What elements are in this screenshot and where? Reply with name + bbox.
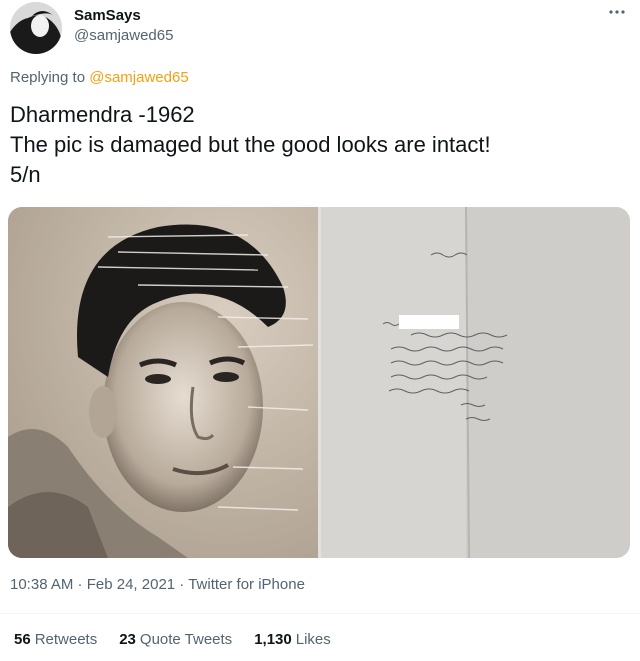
tweet-timestamp: 10:38 AM · Feb 24, 2021 · Twitter for iP… [10,576,305,593]
tweet-text-line: Dharmendra -1962 [10,102,195,127]
tweet-source[interactable]: Twitter for iPhone [188,576,305,593]
retweets-count: 56 [14,631,31,648]
tweet-text-line: 5/n [10,162,41,187]
quote-tweets-stat[interactable]: 23 Quote Tweets [119,631,232,648]
quote-tweets-count: 23 [119,631,136,648]
avatar[interactable] [10,2,62,54]
tweet-text: Dharmendra -1962 The pic is damaged but … [10,100,620,190]
tweet-date[interactable]: Feb 24, 2021 [87,576,175,593]
media-photo-portrait[interactable] [8,207,318,558]
handle[interactable]: @samjawed65 [74,27,173,44]
media-photo-letter[interactable] [321,207,630,558]
replying-to-handle-link[interactable]: @samjawed65 [89,69,188,86]
retweets-label: Retweets [34,631,98,648]
meta-separator: · [73,576,87,593]
meta-separator: · [175,576,189,593]
replying-to-label: Replying to [10,69,90,86]
likes-count: 1,130 [254,631,292,648]
tweet-time[interactable]: 10:38 AM [10,576,73,593]
divider [0,613,640,614]
likes-label: Likes [295,631,331,648]
replying-to: Replying to @samjawed65 [10,69,189,86]
tweet-media [8,207,630,558]
retweets-stat[interactable]: 56 Retweets [14,631,97,648]
likes-stat[interactable]: 1,130 Likes [254,631,331,648]
tweet-stats: 56 Retweets 23 Quote Tweets 1,130 Likes [14,631,331,648]
more-icon[interactable] [604,4,630,24]
quote-tweets-label: Quote Tweets [139,631,233,648]
tweet-text-line: The pic is damaged but the good looks ar… [10,132,491,157]
display-name[interactable]: SamSays [74,7,141,24]
